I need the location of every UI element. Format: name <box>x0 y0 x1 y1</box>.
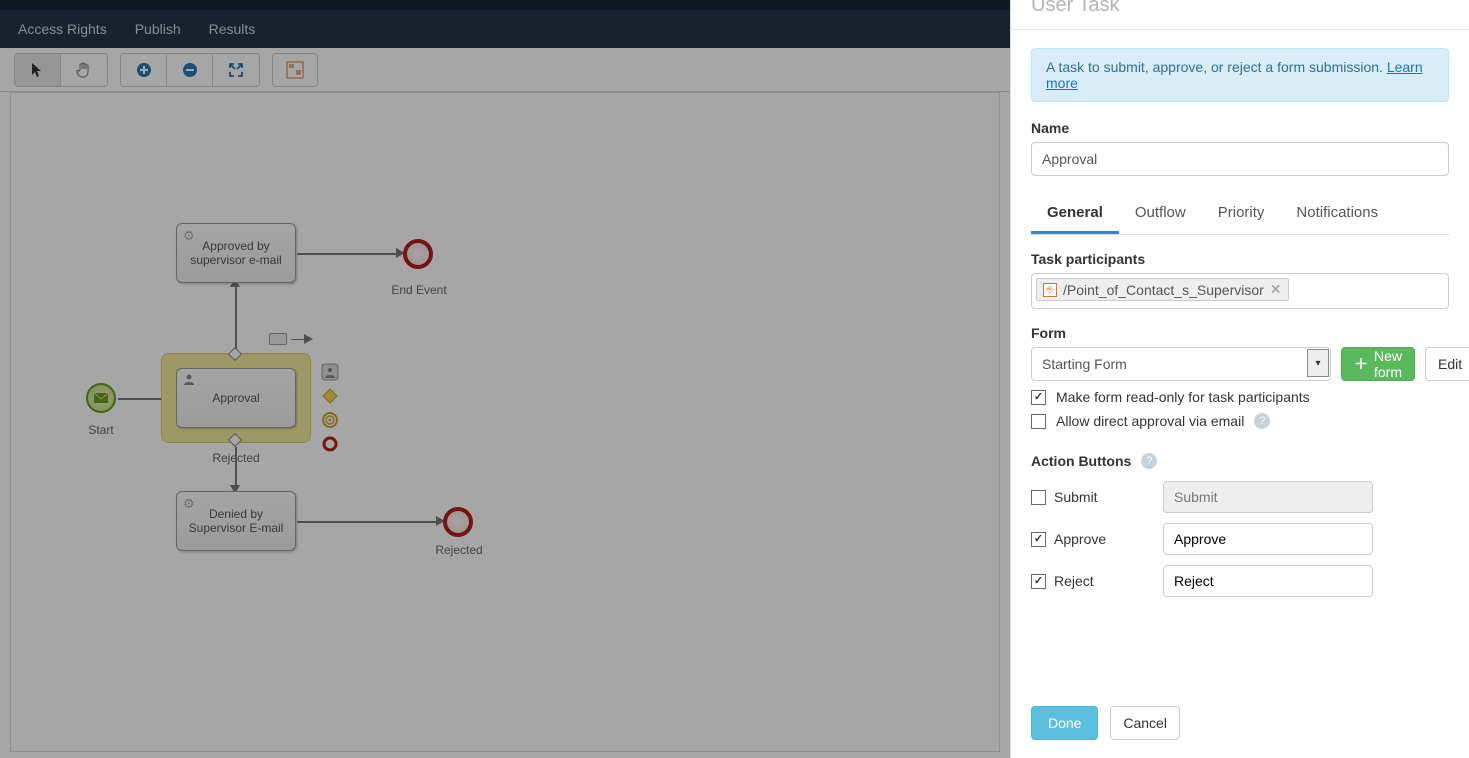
reject-action-label: Reject <box>1054 573 1094 589</box>
name-input[interactable] <box>1031 142 1449 176</box>
remove-token-icon[interactable]: ✕ <box>1270 281 1282 298</box>
fit-button[interactable] <box>213 54 259 86</box>
end-event-label: End Event <box>369 283 469 297</box>
expand-icon <box>228 62 244 78</box>
tab-priority[interactable]: Priority <box>1202 196 1281 234</box>
palette-end-icon[interactable] <box>321 435 339 453</box>
submit-checkbox[interactable] <box>1031 490 1046 505</box>
form-label: Form <box>1031 325 1449 341</box>
submit-action-input <box>1163 481 1373 513</box>
participants-field[interactable]: ⎆ /Point_of_Contact_s_Supervisor ✕ <box>1031 273 1449 309</box>
palette-gateway-icon[interactable] <box>321 387 339 405</box>
plus-icon: ＋ <box>1354 354 1368 374</box>
rejected-end-label: Rejected <box>409 543 509 557</box>
submit-action-label: Submit <box>1054 489 1098 505</box>
minimap-icon <box>286 61 304 79</box>
form-select[interactable] <box>1031 347 1331 381</box>
new-form-button[interactable]: ＋ New form <box>1341 347 1415 381</box>
minus-circle-icon <box>181 61 199 79</box>
readonly-checkbox[interactable] <box>1031 390 1046 405</box>
participants-label: Task participants <box>1031 251 1449 267</box>
node-palette[interactable] <box>321 363 339 453</box>
workflow-canvas[interactable]: Start Approval Rejected ⚙ <box>10 92 1000 752</box>
approve-action-input[interactable] <box>1163 523 1373 555</box>
plus-circle-icon <box>135 61 153 79</box>
cancel-button[interactable]: Cancel <box>1110 706 1180 740</box>
done-button[interactable]: Done <box>1031 706 1098 740</box>
participant-token[interactable]: ⎆ /Point_of_Contact_s_Supervisor ✕ <box>1036 278 1289 301</box>
nav-publish[interactable]: Publish <box>121 21 195 37</box>
reject-action-input[interactable] <box>1163 565 1373 597</box>
approved-email-task[interactable]: ⚙ Approved by supervisor e-mail <box>176 223 296 283</box>
toolbar <box>0 48 1010 92</box>
gear-icon: ⚙ <box>183 228 195 244</box>
hand-icon <box>75 61 93 79</box>
field-icon: ⎆ <box>1043 283 1057 297</box>
user-icon <box>183 373 195 388</box>
approval-task-label: Approval <box>212 391 259 405</box>
info-text: A task to submit, approve, or reject a f… <box>1046 59 1387 75</box>
cursor-icon <box>31 62 45 78</box>
pan-tool[interactable] <box>61 54 107 86</box>
edit-form-button[interactable]: Edit <box>1425 347 1469 381</box>
pointer-tool[interactable] <box>15 54 61 86</box>
panel-tabs: General Outflow Priority Notifications <box>1031 196 1449 235</box>
direct-approval-checkbox[interactable] <box>1031 414 1046 429</box>
user-task-panel: User Task A task to submit, approve, or … <box>1010 0 1469 758</box>
end-event-bottom[interactable] <box>443 507 473 537</box>
readonly-label: Make form read-only for task participant… <box>1056 389 1310 405</box>
panel-title: User Task <box>1031 0 1449 29</box>
palette-timer-icon[interactable] <box>321 411 339 429</box>
end-event-top[interactable] <box>403 239 433 269</box>
denied-email-label: Denied by Supervisor E-mail <box>181 507 291 535</box>
gear-icon: ⚙ <box>183 496 195 512</box>
participant-token-label: /Point_of_Contact_s_Supervisor <box>1063 282 1264 298</box>
overview-button[interactable] <box>272 53 318 87</box>
help-icon[interactable]: ? <box>1141 453 1157 469</box>
start-event[interactable] <box>86 383 116 413</box>
nav-results[interactable]: Results <box>195 21 270 37</box>
top-nav: Access Rights Publish Results <box>0 0 1010 48</box>
nav-access-rights[interactable]: Access Rights <box>4 21 121 37</box>
palette-user-icon[interactable] <box>321 363 339 381</box>
zoom-in-button[interactable] <box>121 54 167 86</box>
approve-action-label: Approve <box>1054 531 1106 547</box>
approved-email-label: Approved by supervisor e-mail <box>181 239 291 267</box>
direct-approval-label: Allow direct approval via email <box>1056 413 1244 429</box>
zoom-out-button[interactable] <box>167 54 213 86</box>
name-label: Name <box>1031 120 1449 136</box>
tab-outflow[interactable]: Outflow <box>1119 196 1202 234</box>
approve-checkbox[interactable] <box>1031 532 1046 547</box>
denied-email-task[interactable]: ⚙ Denied by Supervisor E-mail <box>176 491 296 551</box>
tab-general[interactable]: General <box>1031 196 1119 234</box>
reject-checkbox[interactable] <box>1031 574 1046 589</box>
help-icon[interactable]: ? <box>1254 413 1270 429</box>
approval-task[interactable]: Approval <box>176 368 296 428</box>
envelope-icon <box>94 393 108 403</box>
info-banner: A task to submit, approve, or reject a f… <box>1031 48 1449 102</box>
attach-handle[interactable] <box>269 333 287 345</box>
start-label: Start <box>51 423 151 437</box>
tab-notifications[interactable]: Notifications <box>1280 196 1394 234</box>
new-form-label: New form <box>1374 348 1402 380</box>
action-buttons-label: Action Buttons <box>1031 453 1131 469</box>
